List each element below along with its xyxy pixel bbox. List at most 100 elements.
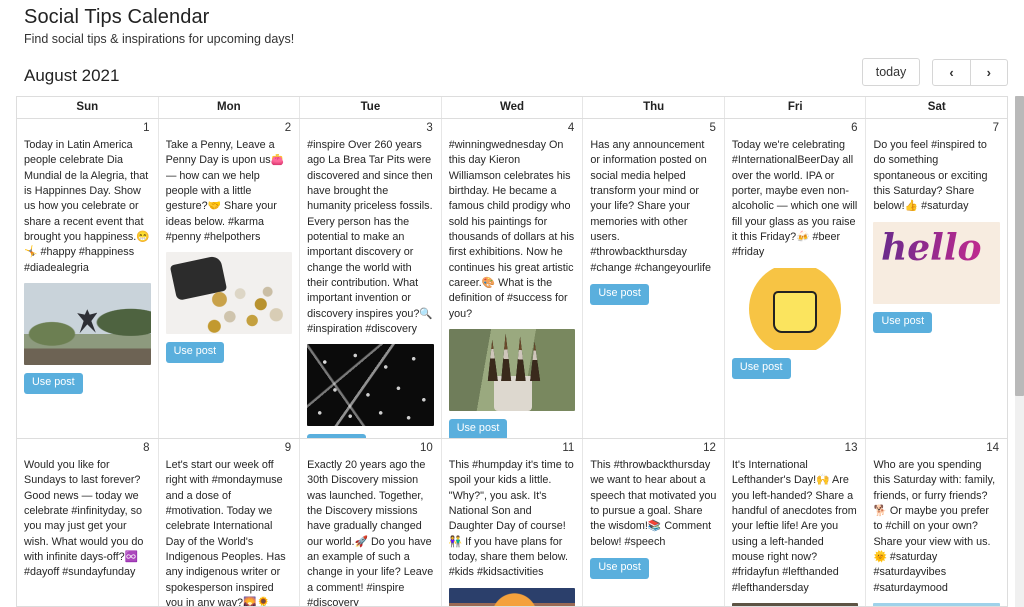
- weekday-header-mon: Mon: [159, 97, 301, 118]
- day-cell-body: Who are you spending this Saturday with:…: [873, 458, 1001, 606]
- calendar-day-cell[interactable]: 3 #inspire Over 260 years ago La Brea Tar…: [300, 119, 442, 438]
- day-number: 5: [709, 122, 716, 134]
- post-image: [307, 344, 434, 427]
- post-text: Do you feel #inspired to do something sp…: [873, 139, 988, 213]
- calendar-grid: Sun Mon Tue Wed Thu Fri Sat 1 Today in Latin Am…: [16, 96, 1008, 607]
- day-number: 7: [992, 122, 1000, 134]
- calendar-day-cell[interactable]: 12 This #throwbackthursday we want to hea…: [583, 439, 725, 606]
- today-button[interactable]: today: [861, 58, 921, 87]
- weekday-header-wed: Wed: [442, 97, 584, 118]
- post-text: #winningwednesday On this day Kieron Wil…: [448, 139, 575, 320]
- use-post-button[interactable]: Use post: [590, 557, 649, 579]
- chevron-right-icon: ›: [986, 64, 991, 80]
- day-cell-body: Do you feel #inspired to do something sp…: [873, 138, 1001, 438]
- post-text: Take a Penny, Leave a Penny Day is upon …: [165, 139, 285, 243]
- day-number: 2: [284, 122, 292, 134]
- post-image: [873, 221, 1001, 304]
- page-scrollbar[interactable]: [1015, 96, 1024, 607]
- calendar-day-cell[interactable]: 14 Who are you spending this Saturday wit…: [866, 439, 1007, 606]
- post-text: Today in Latin America people celebrate …: [24, 139, 150, 274]
- day-cell-body: Today in Latin America people celebrate …: [24, 138, 151, 438]
- social-tips-calendar-app: Social Tips Calendar Find social tips & …: [0, 0, 1024, 607]
- use-post-button[interactable]: Use post: [24, 372, 83, 394]
- calendar-day-cell[interactable]: 9 Let's start our week off right with #mo…: [159, 439, 301, 606]
- post-text: Exactly 20 years ago the 30th Discovery …: [307, 459, 434, 606]
- post-text: Would you like for Sundays to last forev…: [24, 459, 144, 579]
- weekday-header-fri: Fri: [725, 97, 867, 118]
- day-number: 12: [703, 442, 716, 454]
- day-cell-body: Exactly 20 years ago the 30th Discovery …: [307, 458, 434, 606]
- calendar-day-cell[interactable]: 2 Take a Penny, Leave a Penny Day is upon…: [159, 119, 301, 438]
- next-month-button[interactable]: ›: [970, 58, 1008, 86]
- day-cell-body: #inspire Over 260 years ago La Brea Tar …: [307, 138, 434, 438]
- post-text: It's International Lefthander's Day!🙌 Ar…: [731, 459, 857, 594]
- day-number: 9: [284, 442, 292, 454]
- day-number: 8: [143, 442, 150, 454]
- day-number: 10: [419, 442, 433, 454]
- day-cell-body: It's International Lefthander's Day!🙌 Ar…: [731, 458, 859, 606]
- post-text: Let's start our week off right with #mon…: [165, 459, 286, 606]
- scrollbar-thumb[interactable]: [1015, 96, 1024, 396]
- calendar-day-cell[interactable]: 7 Do you feel #inspired to do something s…: [866, 119, 1007, 438]
- calendar-weeks: 1 Today in Latin America people celebrate…: [17, 119, 1007, 607]
- post-image: [731, 602, 859, 606]
- use-post-button[interactable]: Use post: [873, 311, 933, 333]
- post-text: #inspire Over 260 years ago La Brea Tar …: [307, 139, 433, 335]
- post-text: This #humpday it's time to spoil your ki…: [448, 459, 574, 579]
- use-post-button[interactable]: Use post: [165, 342, 225, 364]
- day-number: 14: [986, 442, 1000, 454]
- page-subtitle: Find social tips & inspirations for upco…: [24, 32, 295, 46]
- weekday-header-sun: Sun: [17, 97, 159, 118]
- calendar-day-cell[interactable]: 11 This #humpday it's time to spoil your …: [442, 439, 584, 606]
- day-number: 6: [851, 122, 858, 134]
- calendar-day-cell[interactable]: 4 #winningwednesday On this day Kieron Wi…: [442, 119, 584, 438]
- post-text: Who are you spending this Saturday with:…: [873, 459, 996, 594]
- day-cell-body: Take a Penny, Leave a Penny Day is upon …: [165, 138, 293, 438]
- weekday-header-sat: Sat: [927, 101, 946, 113]
- chevron-left-icon: ‹: [949, 64, 954, 80]
- post-image: [448, 328, 576, 411]
- post-image: [24, 587, 151, 606]
- post-text: This #throwbackthursday we want to hear …: [590, 459, 717, 548]
- prev-month-button[interactable]: ‹: [932, 58, 971, 86]
- use-post-button[interactable]: Use post: [307, 434, 366, 438]
- day-cell-body: Has any announcement or information post…: [590, 138, 717, 438]
- use-post-button[interactable]: Use post: [448, 418, 508, 438]
- day-cell-body: Today we're celebrating #InternationalBe…: [731, 138, 859, 438]
- post-image: [873, 602, 1001, 606]
- calendar-week-row: 1 Today in Latin America people celebrate…: [17, 119, 1007, 439]
- post-image: [24, 282, 151, 365]
- month-title: August 2021: [24, 66, 120, 85]
- post-image: [448, 587, 576, 606]
- day-number: 1: [143, 122, 150, 134]
- calendar-day-cell[interactable]: 6 Today we're celebrating #InternationalB…: [725, 119, 867, 438]
- calendar-day-cell[interactable]: 5 Has any announcement or information pos…: [583, 119, 725, 438]
- use-post-button[interactable]: Use post: [731, 357, 791, 379]
- calendar-day-cell[interactable]: 8 Would you like for Sundays to last fore…: [17, 439, 159, 606]
- day-cell-body: This #humpday it's time to spoil your ki…: [448, 458, 576, 606]
- day-cell-body: Let's start our week off right with #mon…: [166, 458, 293, 606]
- calendar-day-cell[interactable]: 13 It's International Lefthander's Day!🙌 …: [725, 439, 867, 606]
- weekday-header-row: Sun Mon Tue Wed Thu Fri Sat: [17, 97, 1007, 119]
- day-number: 11: [562, 442, 575, 454]
- page-header: Social Tips Calendar Find social tips & …: [0, 0, 1024, 46]
- page-title: Social Tips Calendar: [24, 6, 210, 28]
- day-number: 13: [844, 442, 858, 454]
- calendar-week-row: 8 Would you like for Sundays to last fore…: [17, 439, 1007, 607]
- weekday-header-tue: Tue: [300, 97, 442, 118]
- calendar-day-cell[interactable]: 1 Today in Latin America people celebrate…: [17, 119, 159, 438]
- post-text: Today we're celebrating #InternationalBe…: [731, 139, 858, 259]
- day-cell-body: #winningwednesday On this day Kieron Wil…: [448, 138, 576, 438]
- post-image: [165, 252, 293, 335]
- post-image: [731, 267, 859, 350]
- calendar-day-cell[interactable]: 10 Exactly 20 years ago the 30th Discover…: [300, 439, 442, 606]
- nav-button-group: ‹ ›: [932, 58, 1008, 86]
- day-number: 4: [567, 122, 575, 134]
- use-post-button[interactable]: Use post: [590, 283, 649, 305]
- day-number: 3: [426, 122, 433, 134]
- day-cell-body: This #throwbackthursday we want to hear …: [590, 458, 717, 606]
- calendar-toolbar: today ‹ ›: [861, 58, 1008, 87]
- weekday-header-thu: Thu: [583, 97, 725, 118]
- day-cell-body: Would you like for Sundays to last forev…: [24, 458, 151, 606]
- post-text: Has any announcement or information post…: [590, 139, 711, 274]
